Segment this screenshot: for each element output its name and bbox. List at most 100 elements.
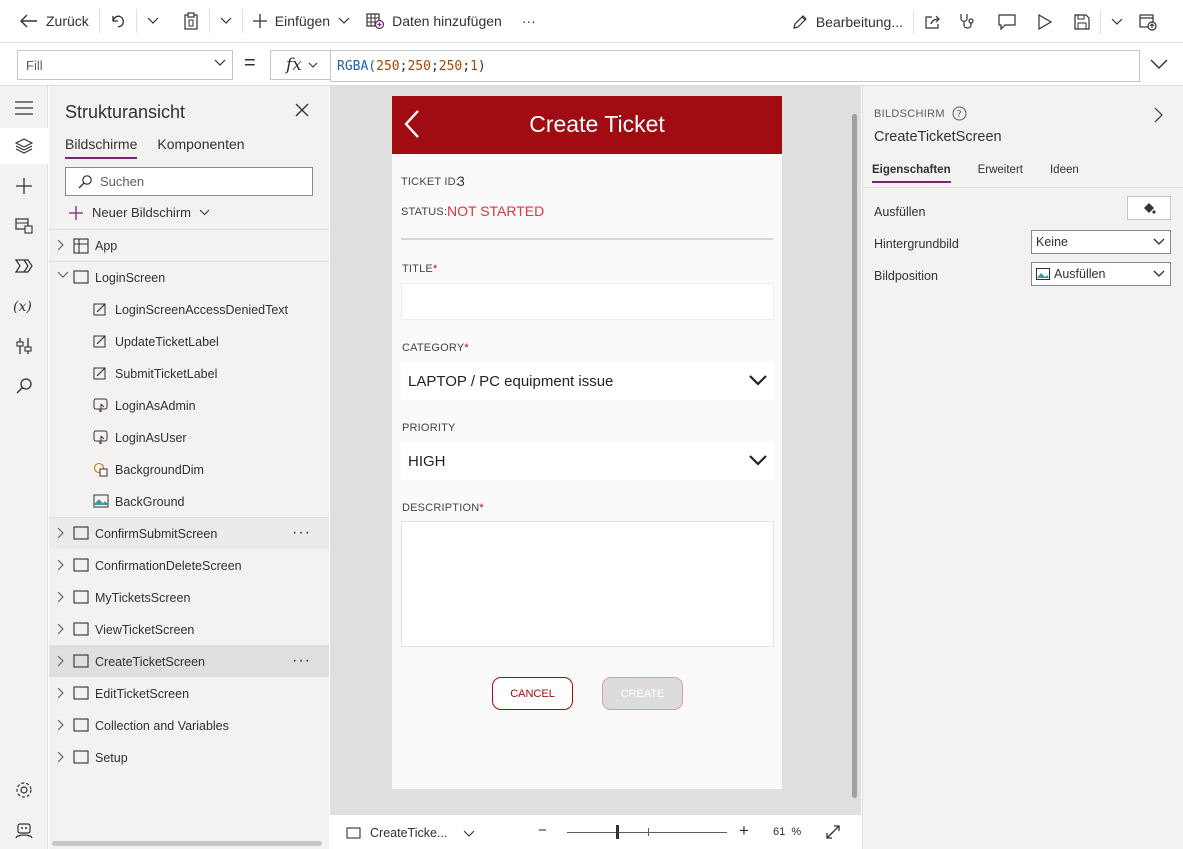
tree-item-screen[interactable]: ConfirmationDeleteScreen [49, 549, 329, 581]
category-value: LAPTOP / PC equipment issue [408, 372, 614, 390]
screen-selector[interactable]: CreateTicke... [346, 826, 475, 840]
tree-item-screen[interactable]: ViewTicketScreen [49, 613, 329, 645]
property-dropdown[interactable]: Fill [17, 50, 233, 80]
required-mark: * [432, 263, 438, 275]
undo-button[interactable] [102, 0, 134, 43]
insert-rail-button[interactable] [0, 168, 48, 204]
chevron-right-icon[interactable] [57, 687, 64, 699]
chevron-down-icon[interactable] [57, 271, 69, 278]
property-value: Fill [26, 57, 43, 73]
fill-color-picker[interactable] [1127, 196, 1171, 220]
tab-advanced[interactable]: Erweitert [978, 164, 1023, 183]
cancel-button[interactable]: CANCEL [492, 677, 573, 710]
publish-button[interactable] [1131, 0, 1183, 43]
chevron-right-icon[interactable] [57, 591, 64, 603]
tree-item-screen[interactable]: Setup [49, 741, 329, 773]
edit-button[interactable]: Bearbeitung... [784, 0, 911, 43]
canvas-vertical-scrollbar[interactable] [852, 114, 857, 798]
comments-button[interactable] [984, 0, 1024, 43]
close-tree-button[interactable] [295, 103, 309, 120]
chevron-right-icon[interactable] [57, 559, 64, 571]
tab-components[interactable]: Komponenten [157, 136, 244, 159]
description-input[interactable] [401, 521, 774, 647]
zoom-slider-track[interactable] [567, 832, 727, 833]
settings-rail-button[interactable] [0, 772, 48, 808]
title-field-label: TITLE* [402, 263, 437, 275]
app-screen-preview[interactable]: Create Ticket TICKET ID: 3 STATUS: NOT S… [392, 96, 782, 789]
tree-item-app[interactable]: App [49, 229, 329, 261]
background-image-dropdown[interactable]: Keine [1031, 230, 1171, 254]
preview-button[interactable] [1024, 0, 1060, 43]
paste-menu-button[interactable] [212, 0, 240, 43]
priority-label: PRIORITY [402, 422, 456, 434]
more-options-button[interactable]: ··· [292, 652, 311, 670]
virtual-agent-rail-button[interactable] [0, 812, 48, 848]
image-position-dropdown[interactable]: Ausfüllen [1031, 262, 1171, 286]
function-button[interactable]: fx [270, 50, 331, 80]
chevron-right-icon[interactable] [57, 719, 64, 731]
insert-button[interactable]: Einfügen [245, 0, 358, 43]
tree-item-control[interactable]: BackGround [49, 485, 329, 517]
tab-properties[interactable]: Eigenschaften [872, 164, 951, 183]
category-field-label: CATEGORY* [402, 342, 469, 354]
description-label-text: DESCRIPTION [402, 502, 480, 514]
tree-item-screen-selected[interactable]: CreateTicketScreen ··· [49, 645, 329, 677]
tab-ideas[interactable]: Ideen [1050, 164, 1079, 183]
add-data-button[interactable]: Daten hinzufügen [358, 0, 510, 43]
chevron-right-icon[interactable] [57, 655, 64, 667]
tree-item-screen[interactable]: Collection and Variables [49, 709, 329, 741]
variables-rail-button[interactable]: (x) [0, 288, 48, 324]
share-button[interactable] [916, 0, 950, 43]
tree-view-button[interactable] [0, 128, 48, 164]
chevron-right-icon[interactable] [57, 751, 64, 763]
screen-icon [73, 270, 89, 284]
undo-menu-button[interactable] [139, 0, 167, 43]
expand-formula-button[interactable] [1150, 57, 1168, 72]
chevron-right-icon[interactable] [57, 527, 64, 539]
create-button[interactable]: CREATE [602, 677, 683, 710]
hamburger-menu-button[interactable] [0, 90, 48, 126]
chevron-right-icon[interactable] [57, 623, 64, 635]
save-menu-button[interactable] [1103, 0, 1131, 43]
power-automate-rail-button[interactable] [0, 248, 48, 284]
tree-item-control[interactable]: UpdateTicketLabel [49, 325, 329, 357]
more-options-button[interactable]: ··· [292, 524, 311, 542]
zoom-in-button[interactable]: + [739, 821, 749, 841]
tree-item-screen[interactable]: EditTicketScreen [49, 677, 329, 709]
fit-to-window-button[interactable] [826, 825, 840, 842]
hamburger-icon [15, 101, 33, 115]
tree-item-control[interactable]: LoginAsAdmin [49, 389, 329, 421]
save-button[interactable] [1060, 0, 1098, 43]
formula-input[interactable]: RGBA(250; 250; 250; 1) [330, 50, 1140, 82]
app-checker-button[interactable] [950, 0, 984, 43]
priority-dropdown[interactable]: HIGH [401, 442, 774, 480]
paste-button[interactable] [167, 0, 207, 43]
tree-item-control[interactable]: LoginAsUser [49, 421, 329, 453]
category-dropdown[interactable]: LAPTOP / PC equipment issue [401, 362, 774, 400]
tree-item-control[interactable]: SubmitTicketLabel [49, 357, 329, 389]
data-rail-button[interactable] [0, 208, 48, 244]
more-commands-button[interactable]: ··· [510, 0, 544, 43]
tools-rail-button[interactable] [0, 328, 48, 364]
tree-item-screen[interactable]: MyTicketsScreen [49, 581, 329, 613]
zoom-unit: % [791, 826, 802, 838]
text-label-icon [93, 335, 106, 348]
zoom-out-button[interactable]: − [538, 822, 547, 839]
tree-item-control[interactable]: LoginScreenAccessDeniedText [49, 293, 329, 325]
tree-item-control[interactable]: BackgroundDim [49, 453, 329, 485]
back-button[interactable]: Zurück [0, 0, 97, 43]
new-screen-button[interactable]: Neuer Bildschirm [69, 205, 210, 220]
priority-value: HIGH [408, 452, 446, 470]
zoom-slider-thumb[interactable] [616, 825, 619, 839]
tree-item-screen[interactable]: LoginScreen [49, 261, 329, 293]
formula-function: RGBA( [337, 58, 377, 74]
collapse-panel-button[interactable] [1154, 107, 1163, 126]
tree-horizontal-scrollbar[interactable] [52, 841, 322, 846]
tab-screens[interactable]: Bildschirme [65, 136, 138, 159]
search-rail-button[interactable] [0, 368, 48, 404]
tree-item-screen[interactable]: ConfirmSubmitScreen ··· [49, 517, 329, 549]
chevron-right-icon[interactable] [57, 239, 64, 251]
help-icon[interactable]: ? [952, 106, 967, 121]
tree-search-input[interactable]: Suchen [65, 167, 313, 196]
title-input[interactable] [401, 283, 774, 320]
